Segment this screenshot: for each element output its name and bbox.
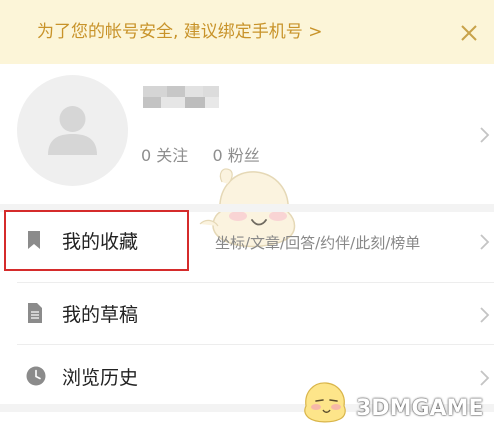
menu-item-label: 我的草稿 — [62, 304, 139, 326]
follow-count[interactable]: 0 关注 — [141, 146, 188, 166]
chevron-right-icon[interactable] — [478, 124, 492, 146]
watermark-mascot — [296, 376, 352, 426]
menu-item-drafts[interactable]: 我的草稿 — [0, 284, 494, 344]
chevron-right-icon — [478, 231, 492, 253]
chevron-right-icon — [478, 304, 492, 326]
row-divider — [17, 344, 494, 345]
watermark-text: 3DMGAME — [356, 396, 484, 421]
bind-phone-text[interactable]: 为了您的帐号安全, 建议绑定手机号 > — [37, 20, 322, 44]
bind-phone-banner[interactable]: 为了您的帐号安全, 建议绑定手机号 > — [0, 0, 494, 64]
chevron-right-icon — [478, 367, 492, 389]
row-divider — [17, 282, 494, 283]
menu-item-label: 浏览历史 — [62, 367, 139, 389]
profile-screen: 为了您的帐号安全, 建议绑定手机号 > 0 关注 0 粉丝 我的收藏 坐标/文章… — [0, 0, 494, 429]
menu-item-subtitle: 坐标/文章/回答/约伴/此刻/榜单 — [215, 234, 421, 252]
highlight-box — [4, 210, 189, 271]
avatar[interactable] — [17, 75, 128, 186]
user-avatar-icon — [48, 106, 97, 155]
clock-icon — [25, 365, 46, 386]
document-icon — [25, 302, 45, 323]
close-icon[interactable] — [456, 20, 482, 46]
username-blurred — [143, 86, 219, 108]
